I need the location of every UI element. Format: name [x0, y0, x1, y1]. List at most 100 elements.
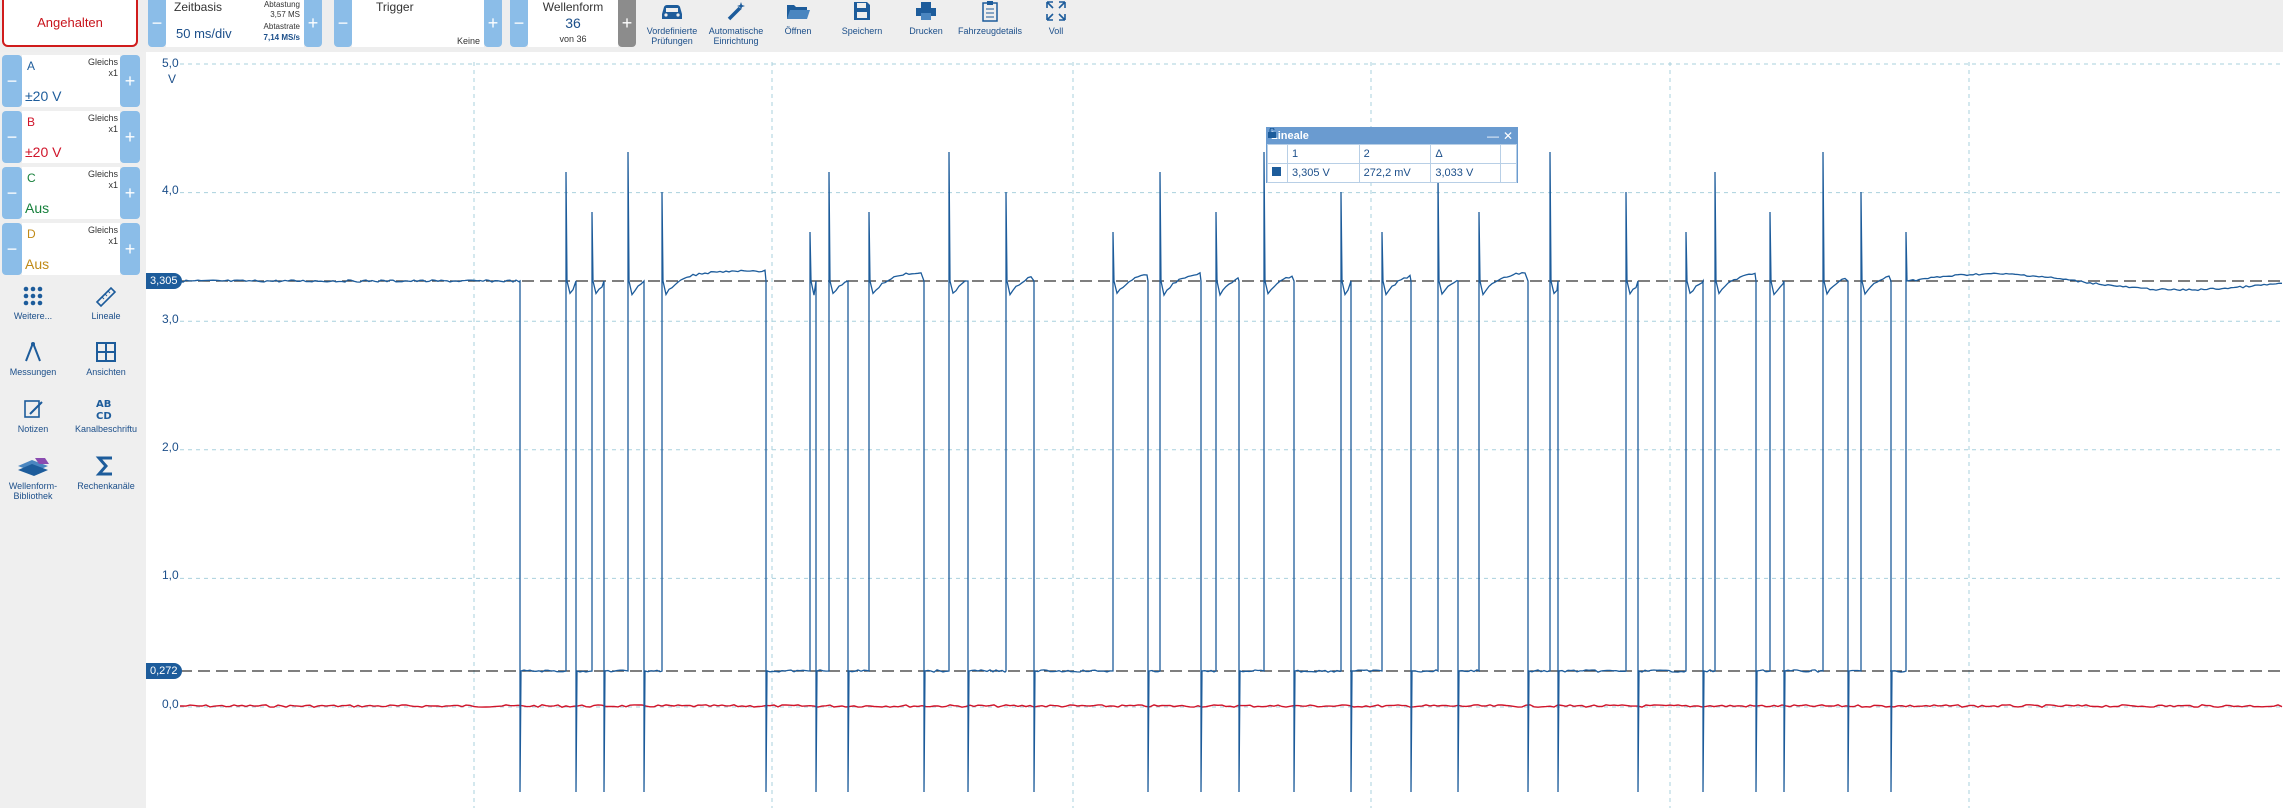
- run-stop-button[interactable]: Angehalten: [2, 0, 138, 47]
- channel-a-range: ±20 V: [25, 88, 62, 104]
- left-panel: − A Gleichs x1 ±20 V + − B Gleichs x1 ±20 …: [0, 52, 146, 808]
- y-tick-2: 2,0: [162, 440, 179, 454]
- channel-a-decrease-button[interactable]: −: [2, 55, 22, 107]
- notes-button[interactable]: Notizen: [0, 397, 66, 434]
- notes-label: Notizen: [17, 424, 49, 434]
- channel-c-control: − C Gleichs x1 Aus +: [2, 167, 140, 219]
- note-icon: [24, 400, 43, 418]
- close-icon[interactable]: ✕: [1503, 128, 1513, 144]
- channel-b-letter: B: [27, 115, 36, 129]
- channel-a-increase-button[interactable]: +: [120, 55, 140, 107]
- channel-c-display[interactable]: C Gleichs x1 Aus: [22, 167, 120, 219]
- clipboard-icon: [982, 1, 998, 22]
- lock-icon[interactable]: [1268, 128, 1517, 183]
- more-tools-button[interactable]: Weitere...: [0, 284, 66, 321]
- sample-rate: 7,14 MS/s: [263, 33, 300, 42]
- y-unit: V: [168, 72, 177, 86]
- trigger-display[interactable]: Trigger Keine: [352, 0, 484, 47]
- math-channels-button[interactable]: Rechenkanäle: [73, 454, 139, 491]
- rulers-swatch-header: [1267, 144, 1288, 164]
- rulers-table: 1 2 Δ 3,305 V 272,2 mV 3,033 V: [1267, 128, 1517, 183]
- waveform-library-label: Wellenform-Bibliothek: [8, 481, 58, 501]
- rulers-header-row: 1 2 Δ: [1267, 144, 1517, 164]
- channel-a-display[interactable]: A Gleichs x1 ±20 V: [22, 55, 120, 107]
- timebase-decrease-button[interactable]: −: [148, 0, 166, 47]
- channel-a-control: − A Gleichs x1 ±20 V +: [2, 55, 140, 107]
- measurements-button[interactable]: Messungen: [0, 340, 66, 377]
- scope-view[interactable]: 5,0 V 4,0 3,0 2,0 1,0 0,0 3,305 0,272 Li…: [146, 52, 2283, 808]
- timebase-value: 50 ms/div: [176, 26, 232, 41]
- caliper-icon: [25, 342, 41, 362]
- vehicle-details-label: Fahrzeugdetails: [958, 26, 1023, 36]
- rulers-col-1: 1: [1286, 144, 1360, 164]
- wand-icon: [727, 2, 745, 21]
- ruler-marker-1[interactable]: 3,305: [146, 273, 182, 289]
- sample-label: Abtastung: [263, 0, 300, 9]
- auto-setup-button[interactable]: Automatische Einrichtung: [704, 0, 768, 50]
- open-button[interactable]: Öffnen: [766, 0, 830, 50]
- math-channels-label: Rechenkanäle: [77, 481, 135, 491]
- waveform-next-button[interactable]: +: [618, 0, 636, 47]
- timebase-display[interactable]: Zeitbasis 50 ms/div Abtastung 3,57 MS Ab…: [166, 0, 304, 47]
- waveform-control: − Wellenform 36 von 36 +: [510, 0, 636, 47]
- ruler-marker-2[interactable]: 0,272: [146, 663, 182, 679]
- picoscope-window: Angehalten − Zeitbasis 50 ms/div Abtastu…: [0, 0, 2283, 808]
- channel-labels-button[interactable]: AB CD Kanalbeschriftu: [73, 397, 139, 434]
- channel-b-trace: [180, 704, 2283, 708]
- y-tick-1: 1,0: [162, 568, 179, 582]
- channel-d-decrease-button[interactable]: −: [2, 223, 22, 275]
- abcd-icon: ABCD: [96, 399, 112, 421]
- rulers-window[interactable]: Lineale — ✕ 1 2 Δ 3,305 V 272,2 mV 3,033…: [1266, 127, 1518, 183]
- svg-text:CD: CD: [96, 411, 112, 421]
- views-button[interactable]: Ansichten: [73, 340, 139, 377]
- rulers-window-header[interactable]: Lineale — ✕: [1267, 128, 1517, 144]
- trigger-increase-button[interactable]: +: [484, 0, 502, 47]
- table-row: 3,305 V 272,2 mV 3,033 V: [1267, 128, 1517, 183]
- timebase-title: Zeitbasis: [174, 0, 223, 14]
- svg-text:AB: AB: [96, 399, 111, 410]
- timebase-increase-button[interactable]: +: [304, 0, 322, 47]
- trigger-mode: Keine: [456, 36, 480, 46]
- y-tick-4: 4,0: [162, 183, 179, 197]
- save-label: Speichern: [841, 26, 883, 36]
- channel-d-display[interactable]: D Gleichs x1 Aus: [22, 223, 120, 275]
- waveform-previous-button[interactable]: −: [510, 0, 528, 47]
- waveform-count: von 36: [559, 34, 587, 44]
- y-tick-0: 0,0: [162, 697, 179, 711]
- trigger-decrease-button[interactable]: −: [334, 0, 352, 47]
- rulers-col-delta: Δ: [1430, 144, 1502, 164]
- predefined-tests-button[interactable]: Vordefinierte Prüfungen: [640, 0, 704, 50]
- print-button[interactable]: Drucken: [894, 0, 958, 50]
- channel-b-increase-button[interactable]: +: [120, 111, 140, 163]
- rulers-lock-header: [1500, 144, 1517, 164]
- channel-a-coupling: Gleichs x1: [87, 57, 118, 78]
- channel-d-increase-button[interactable]: +: [120, 223, 140, 275]
- channel-c-decrease-button[interactable]: −: [2, 167, 22, 219]
- grid-icon: [96, 342, 116, 362]
- top-toolbar: Angehalten − Zeitbasis 50 ms/div Abtastu…: [0, 0, 2283, 52]
- plot-grid: [180, 62, 2283, 808]
- channel-a-letter: A: [27, 59, 36, 73]
- channel-c-increase-button[interactable]: +: [120, 167, 140, 219]
- y-tick-5: 5,0: [162, 56, 179, 70]
- ruler-delta: 3,033 V: [1430, 163, 1502, 183]
- predefined-tests-label: Vordefinierte Prüfungen: [646, 26, 698, 46]
- channel-b-decrease-button[interactable]: −: [2, 111, 22, 163]
- minimize-icon[interactable]: —: [1487, 128, 1499, 144]
- channel-c-coupling: Gleichs x1: [87, 169, 118, 190]
- channel-d-coupling: Gleichs x1: [87, 225, 118, 246]
- channel-c-letter: C: [27, 171, 36, 185]
- channel-b-display[interactable]: B Gleichs x1 ±20 V: [22, 111, 120, 163]
- waveform-display[interactable]: Wellenform 36 von 36: [528, 0, 618, 47]
- channel-a-trace: [179, 151, 2282, 793]
- channel-labels-label: Kanalbeschriftu: [74, 424, 138, 434]
- channel-d-letter: D: [27, 227, 36, 241]
- channel-a-swatch: [1267, 163, 1288, 183]
- fullscreen-button[interactable]: Voll: [1024, 0, 1088, 50]
- waveform-library-button[interactable]: Wellenform-Bibliothek: [0, 454, 66, 501]
- trigger-title: Trigger: [376, 0, 414, 14]
- open-label: Öffnen: [784, 26, 812, 36]
- vehicle-details-button[interactable]: Fahrzeugdetails: [958, 0, 1022, 50]
- rulers-button[interactable]: Lineale: [73, 284, 139, 321]
- save-button[interactable]: Speichern: [830, 0, 894, 50]
